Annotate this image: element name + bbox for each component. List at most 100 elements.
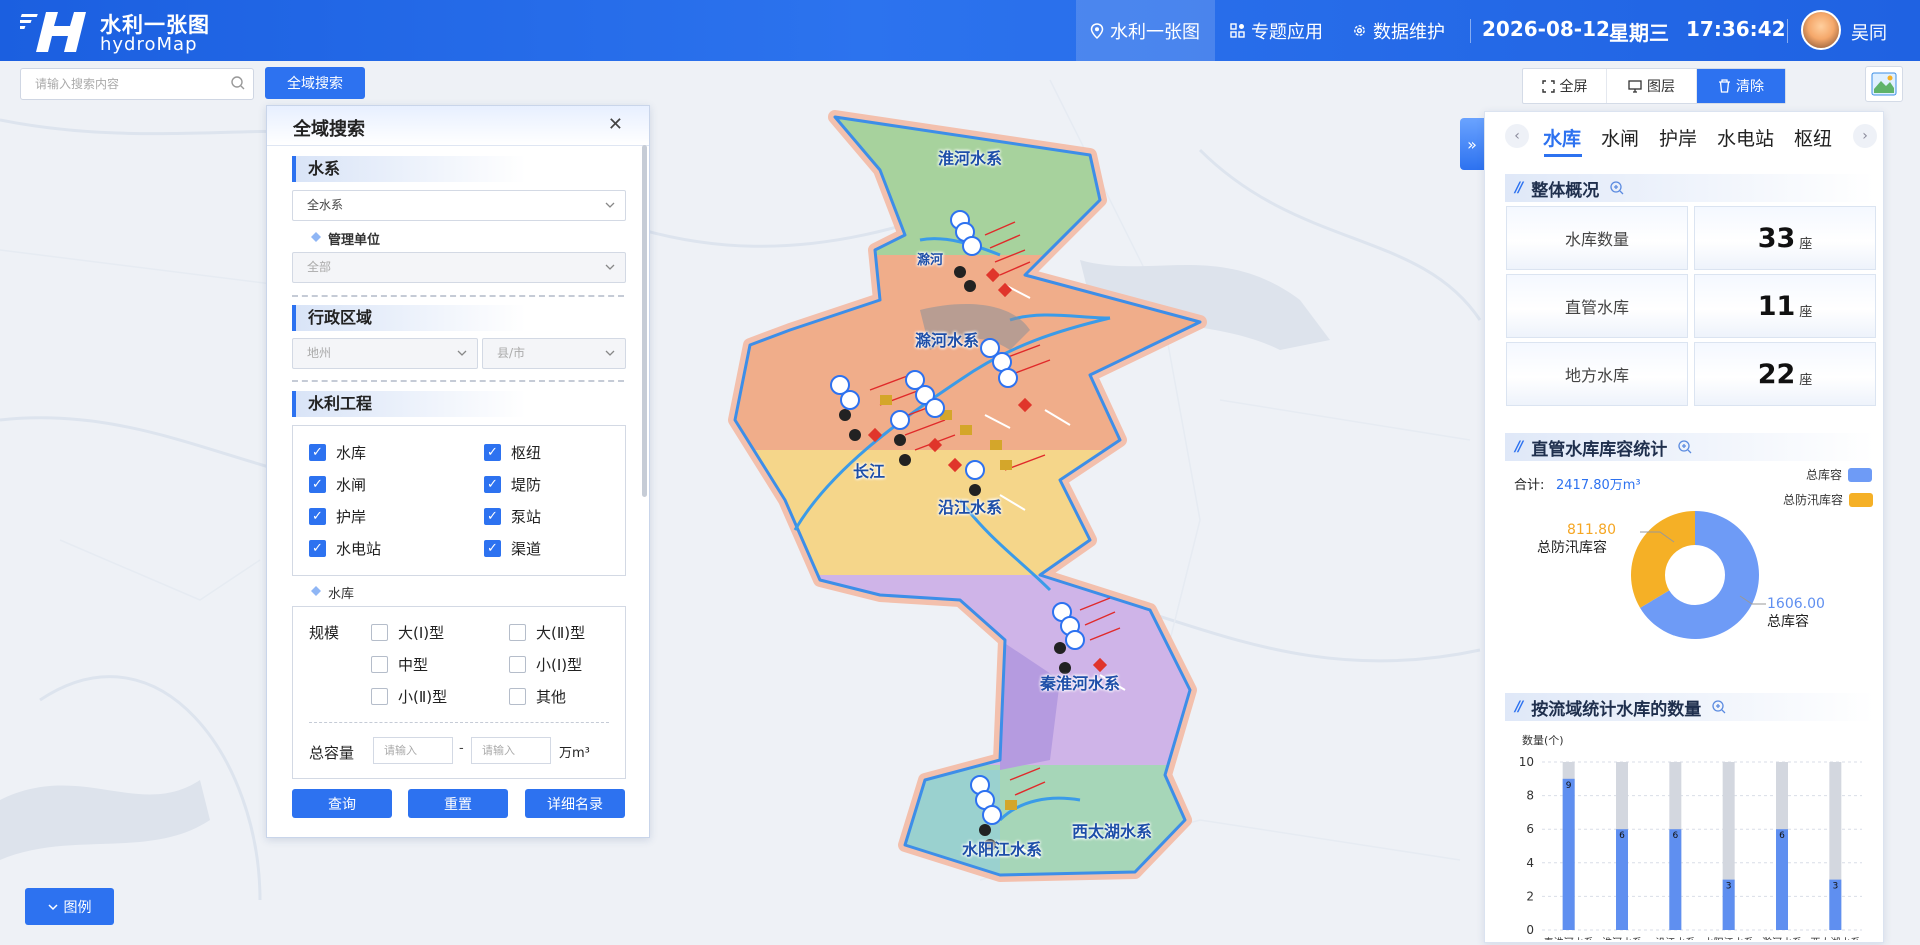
city-placeholder: 地州 (307, 346, 332, 360)
map-label-xitaihu: 西太湖水系 (1072, 822, 1153, 841)
section-mark-icon: // (1515, 699, 1523, 715)
nav-topic-apps[interactable]: 专题应用 (1216, 0, 1337, 61)
bar-value-label: 9 (1566, 781, 1572, 791)
capacity-max-input[interactable] (471, 737, 551, 764)
checkbox-box (371, 656, 388, 673)
checkbox-reservoir[interactable]: ✓ 水库 (309, 442, 366, 463)
nav-topic-apps-label: 专题应用 (1251, 21, 1323, 43)
city-select[interactable]: 地州 (292, 338, 478, 369)
basemap-switch-icon[interactable] (1865, 66, 1903, 102)
panel-header: 全域搜索 ✕ (267, 106, 649, 146)
reservoir-sub-label: 水库 (328, 587, 355, 602)
app-subtitle: hydroMap (100, 34, 198, 55)
check-icon: ✓ (484, 508, 501, 525)
legend-flood-capacity[interactable]: 总防汛库容 (1783, 491, 1874, 508)
layers-button[interactable]: 图层 (1607, 69, 1697, 103)
map-label-yanjiang: 沿江水系 (938, 498, 1003, 517)
user-avatar[interactable] (1801, 10, 1841, 50)
tab-reservoir[interactable]: 水库 (1543, 124, 1581, 151)
user-name[interactable]: 吴同 (1851, 19, 1887, 45)
basin-title: 按流域统计水库的数量 (1531, 699, 1702, 720)
county-select[interactable]: 县/市 (482, 338, 626, 369)
zoom-in-icon[interactable] (1609, 180, 1625, 196)
mgmt-unit-value: 全部 (307, 260, 332, 274)
x-tick-label: 秦淮河水系 (1544, 936, 1594, 940)
header-weekday: 星期三 (1609, 21, 1669, 45)
checkbox-label: 大(Ⅱ)型 (536, 624, 586, 642)
stat-number: 33 (1757, 222, 1796, 254)
zoom-in-icon[interactable] (1711, 699, 1727, 715)
detail-list-button[interactable]: 详细名录 (525, 789, 625, 818)
mgmt-unit-select[interactable]: 全部 (292, 252, 626, 283)
fullscreen-button[interactable]: 全屏 (1523, 69, 1607, 103)
legend-swatch (1848, 467, 1873, 482)
zoom-in-icon[interactable] (1677, 439, 1693, 455)
checkbox-box (509, 688, 526, 705)
checkbox-scale-other[interactable]: 其他 (509, 686, 566, 707)
panel-title: 全域搜索 (293, 119, 365, 140)
tab-revetment[interactable]: 护岸 (1659, 124, 1697, 151)
checkbox-pump[interactable]: ✓ 泵站 (484, 506, 541, 527)
y-tick-label: 10 (1519, 755, 1534, 769)
checkbox-scale-small1[interactable]: 小(Ⅰ)型 (509, 654, 582, 675)
check-icon: ✓ (484, 540, 501, 557)
tab-sluice[interactable]: 水闸 (1601, 124, 1639, 151)
checkbox-levee[interactable]: ✓ 堤防 (484, 474, 541, 495)
checkbox-hydropower[interactable]: ✓ 水电站 (309, 538, 381, 559)
header-time: 17:36:42 (1686, 17, 1786, 41)
tab-hub[interactable]: 枢纽 (1794, 124, 1832, 151)
reset-button[interactable]: 重置 (408, 789, 508, 818)
nav-hydromap[interactable]: 水利一张图 (1076, 0, 1215, 61)
tabs-prev-icon[interactable]: ‹ (1505, 124, 1529, 148)
legend-button[interactable]: 图例 (25, 888, 114, 925)
legend-button-label: 图例 (63, 899, 92, 916)
scale-label: 规模 (309, 624, 340, 642)
legend-total-capacity[interactable]: 总库容 (1806, 466, 1873, 483)
x-tick-label: 西太湖水系 (1810, 936, 1860, 940)
stat-value: 11 座 (1694, 274, 1876, 338)
checkbox-box (509, 656, 526, 673)
fullscreen-icon (1541, 79, 1555, 93)
check-icon: ✓ (309, 444, 326, 461)
reservoir-filter-box: 规模 大(Ⅰ)型 大(Ⅱ)型 中型 小(Ⅰ)型 小(Ⅱ)型 其他 总容量 - 万… (292, 606, 626, 779)
checkbox-scale-large2[interactable]: 大(Ⅱ)型 (509, 622, 585, 643)
map-label-huaihe: 淮河水系 (938, 149, 1003, 168)
panel-collapse-icon[interactable]: » (1460, 118, 1484, 170)
query-button[interactable]: 查询 (292, 789, 392, 818)
stat-label: 水库数量 (1506, 206, 1688, 270)
checkbox-revetment[interactable]: ✓ 护岸 (309, 506, 366, 527)
checkbox-scale-small2[interactable]: 小(Ⅱ)型 (371, 686, 447, 707)
flood-capacity-name: 总防汛库容 (1537, 540, 1607, 556)
checkbox-scale-large1[interactable]: 大(Ⅰ)型 (371, 622, 444, 643)
checkbox-scale-medium[interactable]: 中型 (371, 654, 428, 675)
capacity-min-input[interactable] (373, 737, 453, 764)
bar[interactable] (1616, 829, 1628, 930)
clear-button[interactable]: 清除 (1697, 69, 1785, 103)
close-icon[interactable]: ✕ (608, 114, 623, 135)
chevron-down-icon (605, 350, 615, 356)
overview-section-header: // 整体概况 (1505, 174, 1875, 202)
divider (292, 380, 624, 382)
global-search-button[interactable]: 全域搜索 (265, 67, 365, 99)
water-system-select[interactable]: 全水系 (292, 190, 626, 221)
checkbox-sluice[interactable]: ✓ 水闸 (309, 474, 366, 495)
checkbox-canal[interactable]: ✓ 渠道 (484, 538, 541, 559)
tab-hydropower[interactable]: 水电站 (1717, 124, 1774, 151)
search-input[interactable] (20, 68, 254, 100)
tabs-next-icon[interactable]: › (1853, 124, 1877, 148)
header-date: 2026-08-12 (1482, 17, 1610, 41)
map-label-shuiyangjiang: 水阳江水系 (962, 840, 1043, 859)
checkbox-hub[interactable]: ✓ 枢纽 (484, 442, 541, 463)
capacity-section-header: // 直管水库库容统计 (1505, 433, 1875, 461)
checkbox-box (371, 688, 388, 705)
legend-label: 总库容 (1806, 468, 1843, 482)
nav-data-maintenance[interactable]: 数据维护 (1338, 0, 1459, 61)
chevron-down-icon (605, 202, 615, 208)
panel-scrollbar[interactable] (642, 145, 647, 497)
bar[interactable] (1776, 829, 1788, 930)
bar[interactable] (1669, 829, 1682, 930)
bar-value-label: 3 (1726, 882, 1732, 892)
search-icon[interactable] (229, 74, 247, 92)
bar[interactable] (1562, 778, 1575, 930)
y-tick-label: 8 (1526, 789, 1534, 803)
